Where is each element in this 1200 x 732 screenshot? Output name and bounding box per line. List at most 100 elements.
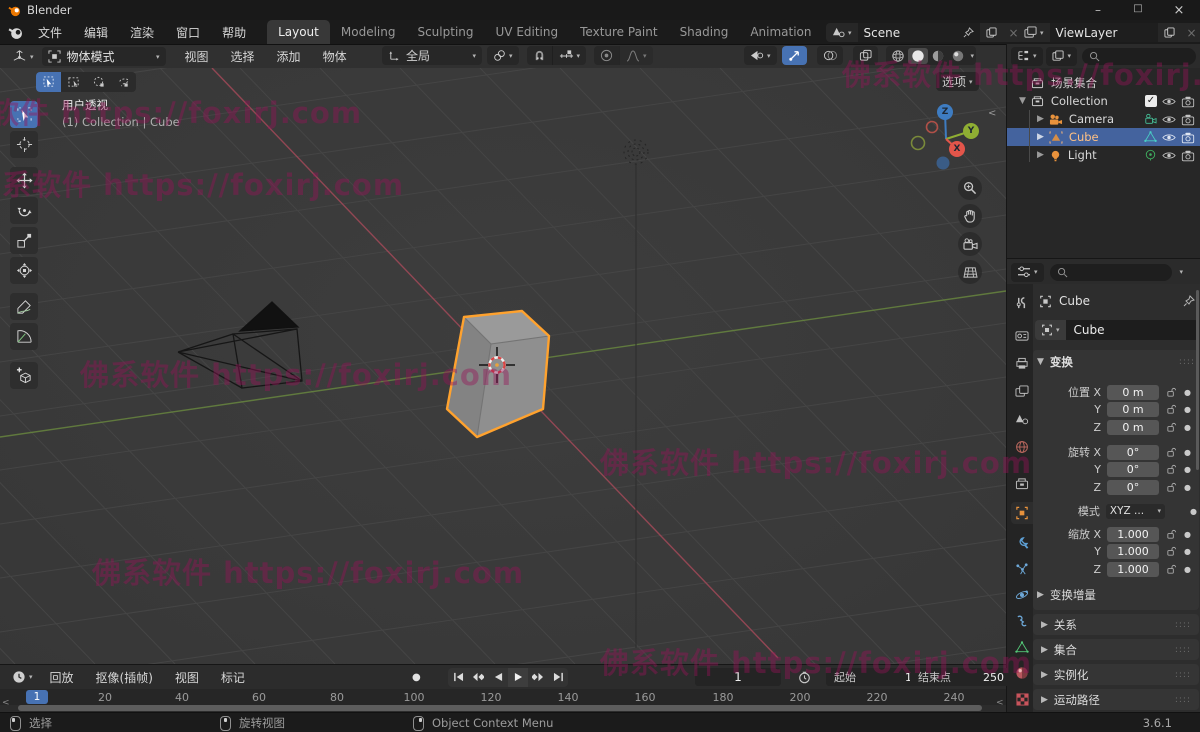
lock-icon[interactable] bbox=[1166, 404, 1177, 415]
menu-select[interactable]: 选择 bbox=[220, 48, 266, 65]
jump-to-start-button[interactable] bbox=[448, 667, 468, 687]
tool-annotate[interactable] bbox=[10, 293, 38, 320]
animate-dot[interactable]: ● bbox=[1184, 530, 1191, 539]
gizmo-toggle[interactable] bbox=[781, 46, 807, 65]
outliner-row-scene-collection[interactable]: 场景集合 bbox=[1007, 74, 1200, 92]
disclosure-closed-icon[interactable]: ▶ bbox=[1037, 132, 1044, 142]
rot-x-field[interactable]: 0° bbox=[1107, 444, 1159, 460]
outliner-filter-button[interactable]: ▾ bbox=[1045, 46, 1078, 66]
properties-editor-type[interactable]: ▾ bbox=[1011, 262, 1044, 282]
shading-dropdown[interactable]: ▾ bbox=[971, 52, 975, 60]
animate-dot[interactable]: ● bbox=[1184, 483, 1191, 492]
timeline-scrollbar[interactable] bbox=[18, 705, 982, 711]
proportional-editing-toggle[interactable] bbox=[594, 46, 620, 65]
tool-transform[interactable] bbox=[10, 257, 38, 284]
animate-dot[interactable]: ● bbox=[1184, 565, 1191, 574]
collection-checkbox[interactable]: ✓ bbox=[1145, 94, 1157, 107]
tool-rotate[interactable] bbox=[10, 197, 38, 224]
scene-type-button[interactable]: ▾ bbox=[826, 23, 858, 42]
scale-y-field[interactable]: 1.000 bbox=[1107, 544, 1159, 559]
menu-edit[interactable]: 编辑 bbox=[73, 24, 119, 41]
object-id-dropdown[interactable]: ▾ bbox=[1035, 320, 1066, 340]
disable-render-icon[interactable] bbox=[1181, 131, 1195, 144]
overlays-toggle[interactable] bbox=[816, 46, 843, 65]
orientation-dropdown[interactable]: 全局 ▾ bbox=[382, 46, 482, 65]
properties-scrollbar[interactable] bbox=[1196, 290, 1199, 470]
shading-material-button[interactable] bbox=[928, 49, 948, 63]
shading-solid-button[interactable] bbox=[907, 47, 928, 64]
remove-viewlayer-button[interactable]: × bbox=[1180, 23, 1200, 42]
object-name-input[interactable]: Cube bbox=[1065, 320, 1199, 340]
gizmo-z-axis[interactable]: Z bbox=[937, 104, 953, 120]
lock-icon[interactable] bbox=[1166, 387, 1177, 398]
menu-view[interactable]: 视图 bbox=[174, 48, 220, 65]
animate-dot[interactable]: ● bbox=[1184, 388, 1191, 397]
playhead[interactable]: 1 bbox=[26, 690, 48, 704]
menu-window[interactable]: 窗口 bbox=[165, 24, 211, 41]
outliner-row-light[interactable]: ▶ Light bbox=[1007, 146, 1200, 164]
tool-cursor[interactable] bbox=[10, 131, 38, 158]
tab-tool[interactable] bbox=[1011, 292, 1033, 314]
minimize-button[interactable]: – bbox=[1078, 3, 1118, 18]
outliner-row-camera[interactable]: ▶ Camera bbox=[1007, 110, 1200, 128]
timeline-ruler[interactable]: 20 40 60 80 100 120 140 160 180 200 220 … bbox=[0, 689, 1006, 705]
timeline-scroll-left-arrow[interactable]: < bbox=[2, 698, 10, 708]
tab-physics[interactable] bbox=[1011, 584, 1033, 606]
zoom-button[interactable] bbox=[958, 176, 982, 200]
scene-name-field[interactable]: Scene bbox=[857, 23, 980, 42]
options-button[interactable]: 选项 ▾ bbox=[936, 72, 979, 91]
lock-icon[interactable] bbox=[1166, 529, 1177, 540]
timeline-editor-type[interactable]: ▾ bbox=[6, 668, 39, 687]
tool-move[interactable] bbox=[10, 167, 38, 194]
viewport[interactable]: 选项 ▾ 用户透视 (1) Collection | Cube Z Y X < bbox=[0, 68, 1006, 664]
hide-viewport-icon[interactable] bbox=[1162, 113, 1176, 126]
pan-button[interactable] bbox=[958, 204, 982, 228]
prev-keyframe-button[interactable] bbox=[468, 667, 488, 687]
tool-measure[interactable] bbox=[10, 323, 38, 350]
rot-y-field[interactable]: 0° bbox=[1107, 462, 1159, 477]
toggle-ortho-button[interactable] bbox=[958, 260, 982, 284]
maximize-button[interactable]: □ bbox=[1118, 3, 1158, 18]
tool-scale[interactable] bbox=[10, 227, 38, 254]
disclosure-closed-icon[interactable]: ▶ bbox=[1037, 150, 1044, 160]
auto-keying-button[interactable]: ● bbox=[412, 672, 421, 683]
menu-keying[interactable]: 抠像(插帧) bbox=[85, 669, 164, 686]
loc-y-field[interactable]: 0 m bbox=[1107, 402, 1159, 417]
tab-animation[interactable]: Animation bbox=[739, 20, 822, 44]
show-gizmo-dropdown[interactable]: ▾ bbox=[744, 46, 777, 65]
panel-drag-handle[interactable]: :::: bbox=[1175, 670, 1191, 680]
outliner-row-collection[interactable]: ▼ Collection ✓ bbox=[1007, 92, 1200, 110]
panel-motion-paths[interactable]: ▶ 运动路径 :::: bbox=[1033, 689, 1199, 710]
pivot-dropdown[interactable]: ▾ bbox=[487, 46, 519, 65]
hide-viewport-icon[interactable] bbox=[1162, 95, 1176, 108]
rotation-mode-dropdown[interactable]: XYZ ... ▾ bbox=[1105, 503, 1166, 519]
snap-target-dropdown[interactable]: ▾ bbox=[551, 46, 587, 65]
gizmo-x-axis[interactable]: X bbox=[949, 141, 965, 157]
blender-menu-icon[interactable] bbox=[8, 25, 23, 40]
pin-icon[interactable] bbox=[963, 27, 974, 38]
properties-filter-dropdown[interactable]: ▾ bbox=[1180, 268, 1184, 276]
hide-viewport-icon[interactable] bbox=[1162, 131, 1176, 144]
lock-icon[interactable] bbox=[1166, 464, 1177, 475]
menu-playback[interactable]: 回放 bbox=[39, 669, 85, 686]
tab-particles[interactable] bbox=[1011, 558, 1033, 580]
viewlayer-name-field[interactable]: ViewLayer bbox=[1049, 23, 1158, 42]
tab-collection[interactable] bbox=[1011, 472, 1033, 494]
tab-scene[interactable] bbox=[1011, 408, 1033, 430]
navigation-gizmo[interactable]: Z Y X bbox=[905, 95, 990, 180]
disable-render-icon[interactable] bbox=[1181, 113, 1195, 126]
panel-collections[interactable]: ▶ 集合 :::: bbox=[1033, 639, 1199, 660]
properties-search-input[interactable] bbox=[1049, 263, 1172, 281]
hide-viewport-icon[interactable] bbox=[1162, 149, 1176, 162]
lock-icon[interactable] bbox=[1166, 564, 1177, 575]
disable-render-icon[interactable] bbox=[1181, 149, 1195, 162]
editor-type-button[interactable]: ▾ bbox=[6, 47, 40, 66]
menu-timeline-view[interactable]: 视图 bbox=[164, 669, 210, 686]
tab-sculpting[interactable]: Sculpting bbox=[406, 20, 484, 44]
tab-constraints[interactable] bbox=[1011, 610, 1033, 632]
tab-world[interactable] bbox=[1011, 436, 1033, 458]
next-keyframe-button[interactable] bbox=[528, 667, 548, 687]
animate-dot[interactable]: ● bbox=[1184, 465, 1191, 474]
disclosure-closed-icon[interactable]: ▶ bbox=[1037, 114, 1044, 124]
tab-render[interactable] bbox=[1011, 324, 1033, 346]
